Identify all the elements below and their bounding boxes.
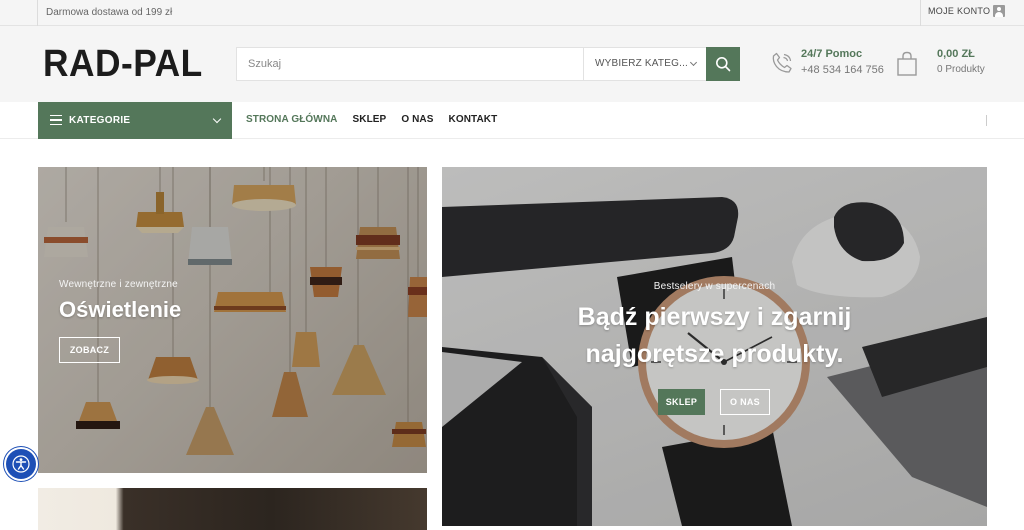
secondary-banner[interactable]: [38, 488, 427, 530]
categories-menu-button[interactable]: KATEGORIE: [38, 102, 232, 139]
lighting-title: Oświetlenie: [59, 297, 182, 322]
nav-link-contact[interactable]: KONTAKT: [449, 102, 498, 139]
category-select-label: WYBIERZ KATEG...: [595, 58, 689, 69]
categories-label: KATEGORIE: [69, 115, 131, 126]
promo-about-button[interactable]: O NAS: [720, 389, 770, 415]
search-button[interactable]: [706, 47, 740, 81]
support-phone: +48 534 164 756: [801, 64, 884, 76]
top-bar: Darmowa dostawa od 199 zł MOJE KONTO: [0, 0, 1024, 26]
search-bar: WYBIERZ KATEG...: [236, 47, 740, 81]
my-account-label: MOJE KONTO: [928, 6, 991, 16]
top-bar-divider: [37, 0, 38, 26]
promo-shop-button[interactable]: SKLEP: [658, 389, 705, 415]
logo[interactable]: RAD-PAL: [43, 42, 203, 86]
accessibility-icon: [12, 455, 30, 473]
menu-icon: [50, 115, 62, 125]
nav-link-about[interactable]: O NAS: [401, 102, 433, 139]
search-icon: [716, 57, 731, 72]
support-title: 24/7 Pomoc: [801, 48, 863, 60]
promo-banner[interactable]: Bestselery w supercenach Bądź pierwszy i…: [442, 167, 987, 526]
nav-divider: [986, 115, 987, 126]
my-account-link[interactable]: MOJE KONTO: [928, 5, 1006, 17]
accessibility-button[interactable]: [6, 449, 36, 479]
nav-link-shop[interactable]: SKLEP: [352, 102, 386, 139]
nav-links: STRONA GŁÓWNA SKLEP O NAS KONTAKT: [246, 102, 497, 139]
bag-icon: [897, 51, 917, 76]
chevron-down-icon: [689, 58, 698, 67]
lighting-banner[interactable]: Wewnętrzne i zewnętrzne Oświetlenie ZOBA…: [38, 167, 427, 473]
user-icon: [993, 5, 1006, 17]
free-shipping-notice: Darmowa dostawa od 199 zł: [46, 7, 173, 18]
category-select[interactable]: WYBIERZ KATEG...: [583, 48, 706, 80]
cart-count: 0 Produkty: [937, 64, 985, 75]
lighting-see-button[interactable]: ZOBACZ: [59, 337, 120, 363]
top-bar-divider: [920, 0, 921, 26]
main-navigation: KATEGORIE STRONA GŁÓWNA SKLEP O NAS KONT…: [0, 102, 1024, 139]
phone-icon: [772, 52, 792, 73]
chevron-down-icon: [212, 114, 222, 124]
header: RAD-PAL WYBIERZ KATEG... 24/7 Pomoc +48 …: [0, 26, 1024, 102]
cart-total: 0,00 ZŁ: [937, 48, 975, 60]
search-input[interactable]: [237, 48, 583, 80]
promo-title-line2: najgorętsze produkty.: [585, 340, 844, 368]
promo-title-line1: Bądź pierwszy i zgarnij: [577, 303, 852, 331]
promo-subtitle: Bestselery w supercenach: [653, 281, 776, 292]
lighting-subtitle: Wewnętrzne i zewnętrzne: [59, 279, 178, 290]
nav-link-home[interactable]: STRONA GŁÓWNA: [246, 102, 337, 139]
